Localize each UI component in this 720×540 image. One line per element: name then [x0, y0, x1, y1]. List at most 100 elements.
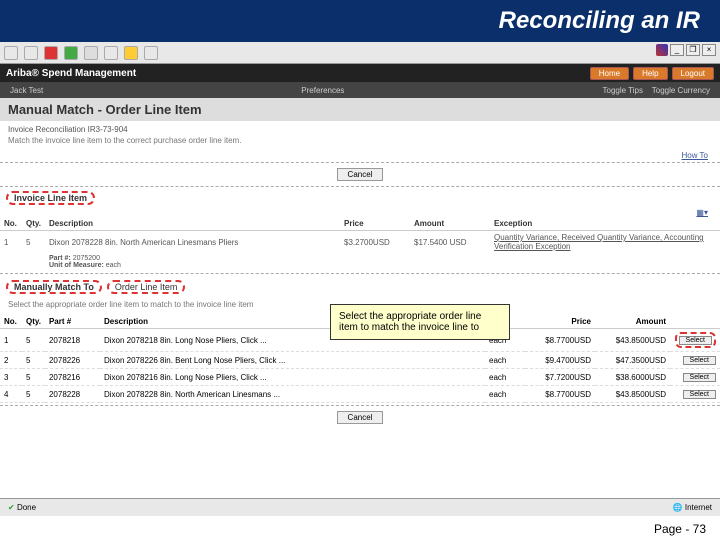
ir-label: Invoice Reconciliation IR3-73-904 [8, 125, 712, 134]
divider [0, 162, 720, 163]
inv-amount: $17.5400 USD [410, 231, 490, 254]
o-part: 2078226 [45, 352, 100, 369]
ocol-no: No. [0, 315, 22, 329]
internet-icon: 🌐 [673, 503, 683, 512]
help-button[interactable]: Help [633, 67, 667, 80]
o-part: 2078218 [45, 329, 100, 352]
o-desc: Dixon 2078228 8in. North American Linesm… [100, 386, 485, 403]
select-button[interactable]: Select [683, 356, 716, 365]
user-name: Jack Test [10, 86, 43, 95]
search-icon[interactable] [104, 46, 118, 60]
o-desc: Dixon 2078226 8in. Bent Long Nose Pliers… [100, 352, 485, 369]
instruction-callout: Select the appropriate order line item t… [330, 304, 510, 340]
inv-no: 1 [0, 231, 22, 254]
col-price: Price [340, 217, 410, 231]
ie-logo-icon [656, 44, 668, 56]
o-no: 4 [0, 386, 22, 403]
table-options-icon[interactable]: ▦▾ [696, 208, 708, 217]
home-button[interactable]: Home [590, 67, 629, 80]
sub-bar: Jack Test Preferences Toggle Tips Toggle… [0, 82, 720, 98]
invoice-detail-row: Part #: 2075200 Unit of Measure: each [0, 253, 720, 271]
o-qty: 5 [22, 386, 45, 403]
home-icon[interactable] [84, 46, 98, 60]
inv-qty: 5 [22, 231, 45, 254]
howto-row: How To [0, 151, 720, 160]
table-options: ▦▾ [0, 207, 720, 217]
select-button[interactable]: Select [679, 336, 712, 345]
cancel-button-bottom[interactable]: Cancel [337, 411, 384, 424]
o-no: 3 [0, 369, 22, 386]
divider [0, 273, 720, 274]
cancel-row-top: Cancel [0, 165, 720, 184]
toggle-currency-link[interactable]: Toggle Currency [652, 86, 710, 95]
stop-icon[interactable] [44, 46, 58, 60]
o-no: 1 [0, 329, 22, 352]
inv-price: $3.2700USD [340, 231, 410, 254]
o-amount: $47.3500USD [595, 352, 670, 369]
o-price: $8.7700USD [525, 329, 595, 352]
o-select-cell: Select [670, 352, 720, 369]
o-part: 2078216 [45, 369, 100, 386]
manually-match-label: Manually Match To [6, 280, 102, 294]
favorites-icon[interactable] [124, 46, 138, 60]
o-qty: 5 [22, 329, 45, 352]
select-button[interactable]: Select [683, 373, 716, 382]
page-title: Manual Match - Order Line Item [0, 98, 720, 121]
window-controls: _ ❐ × [656, 44, 716, 56]
col-exception: Exception [490, 217, 720, 231]
forward-icon[interactable] [24, 46, 38, 60]
ariba-buttons: Home Help Logout [590, 67, 714, 80]
o-price: $9.4700USD [525, 352, 595, 369]
table-row: 452078228Dixon 2078228 8in. North Americ… [0, 386, 720, 403]
ocol-amount: Amount [595, 315, 670, 329]
slide-title: Reconciling an IR [499, 7, 700, 35]
ir-header: Invoice Reconciliation IR3-73-904 Match … [0, 121, 720, 151]
page-footer: Page - 73 [654, 522, 706, 536]
restore-button[interactable]: ❐ [686, 44, 700, 56]
status-done: ✔ Done [8, 503, 36, 512]
invoice-table: No. Qty. Description Price Amount Except… [0, 217, 720, 271]
close-button[interactable]: × [702, 44, 716, 56]
o-unit: each [485, 369, 525, 386]
preferences-link[interactable]: Preferences [301, 86, 344, 95]
ariba-brand: Ariba® Spend Management [6, 68, 136, 79]
invoice-section-header: Invoice Line Item [0, 189, 720, 207]
o-select-cell: Select [670, 369, 720, 386]
o-desc: Dixon 2078216 8in. Long Nose Pliers, Cli… [100, 369, 485, 386]
table-row: 352078216Dixon 2078216 8in. Long Nose Pl… [0, 369, 720, 386]
ocol-part: Part # [45, 315, 100, 329]
o-no: 2 [0, 352, 22, 369]
o-amount: $38.6000USD [595, 369, 670, 386]
order-line-item-label: Order Line Item [107, 280, 186, 294]
ariba-header: Ariba® Spend Management Home Help Logout [0, 64, 720, 82]
inv-exception[interactable]: Quantity Variance, Received Quantity Var… [490, 231, 720, 254]
col-amount: Amount [410, 217, 490, 231]
minimize-button[interactable]: _ [670, 44, 684, 56]
o-unit: each [485, 386, 525, 403]
invoice-part-detail: Part #: 2075200 Unit of Measure: each [45, 253, 720, 271]
refresh-icon[interactable] [64, 46, 78, 60]
o-select-cell: Select [670, 329, 720, 352]
cancel-button-top[interactable]: Cancel [337, 168, 384, 181]
toggle-tips-link[interactable]: Toggle Tips [603, 86, 643, 95]
o-price: $8.7700USD [525, 386, 595, 403]
invoice-line-item-label: Invoice Line Item [6, 191, 95, 205]
ir-hint: Match the invoice line item to the corre… [8, 134, 712, 147]
manual-match-header: Manually Match To Order Line Item [0, 276, 720, 298]
how-to-link[interactable]: How To [681, 151, 708, 160]
table-row: 252078226Dixon 2078226 8in. Bent Long No… [0, 352, 720, 369]
inv-desc: Dixon 2078228 8in. North American Linesm… [45, 231, 340, 254]
divider [0, 186, 720, 187]
logout-button[interactable]: Logout [672, 67, 714, 80]
back-icon[interactable] [4, 46, 18, 60]
col-desc: Description [45, 217, 340, 231]
o-select-cell: Select [670, 386, 720, 403]
select-button[interactable]: Select [683, 390, 716, 399]
o-unit: each [485, 352, 525, 369]
done-icon: ✔ [8, 503, 15, 512]
ocol-price: Price [525, 315, 595, 329]
ocol-qty: Qty. [22, 315, 45, 329]
invoice-header-row: No. Qty. Description Price Amount Except… [0, 217, 720, 231]
slide-title-bar: Reconciling an IR [0, 0, 720, 42]
print-icon[interactable] [144, 46, 158, 60]
